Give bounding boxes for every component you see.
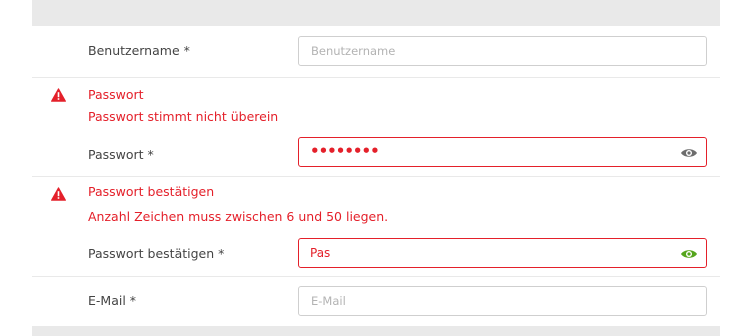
- password-confirm-row: Passwort bestätigen Anzahl Zeichen muss …: [32, 177, 720, 276]
- password-input[interactable]: ••••••••: [298, 137, 707, 167]
- password-row: Passwort Passwort stimmt nicht überein P…: [32, 78, 720, 176]
- password-confirm-input[interactable]: Pas: [298, 238, 707, 268]
- password-label: Passwort *: [88, 147, 154, 162]
- password-error-title: Passwort: [88, 87, 144, 102]
- warning-triangle-icon: [51, 88, 66, 102]
- email-placeholder: E-Mail: [311, 294, 346, 308]
- password-error-message: Passwort stimmt nicht überein: [88, 109, 279, 124]
- username-row: Benutzername * Benutzername: [32, 26, 720, 77]
- eye-icon[interactable]: [680, 147, 698, 159]
- username-placeholder: Benutzername: [311, 44, 396, 58]
- email-input[interactable]: E-Mail: [298, 286, 707, 316]
- eye-icon[interactable]: [680, 248, 698, 260]
- warning-triangle-icon: [51, 187, 66, 201]
- username-label: Benutzername *: [88, 43, 190, 58]
- password-confirm-error-message: Anzahl Zeichen muss zwischen 6 und 50 li…: [88, 209, 389, 224]
- password-value: ••••••••: [310, 142, 380, 160]
- password-confirm-value: Pas: [310, 246, 331, 260]
- email-row: E-Mail * E-Mail: [32, 277, 720, 326]
- password-confirm-label: Passwort bestätigen *: [88, 246, 225, 261]
- password-confirm-error-title: Passwort bestätigen: [88, 184, 215, 199]
- username-input[interactable]: Benutzername: [298, 36, 707, 66]
- email-label: E-Mail *: [88, 293, 137, 308]
